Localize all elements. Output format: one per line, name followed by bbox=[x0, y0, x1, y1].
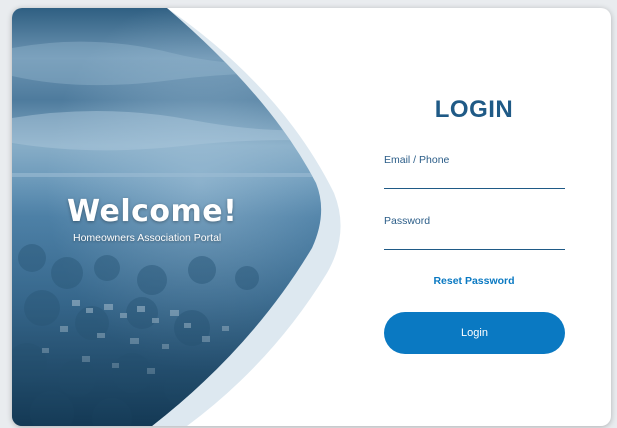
email-phone-input[interactable] bbox=[384, 168, 565, 189]
reset-password-link[interactable]: Reset Password bbox=[384, 275, 564, 287]
login-button[interactable]: Login bbox=[384, 312, 565, 354]
login-card: Welcome! Homeowners Association Portal L… bbox=[12, 8, 611, 426]
email-label: Email / Phone bbox=[384, 154, 450, 166]
password-label: Password bbox=[384, 215, 431, 227]
password-input[interactable] bbox=[384, 229, 565, 250]
portal-subtitle: Homeowners Association Portal bbox=[73, 232, 222, 244]
login-title: LOGIN bbox=[434, 96, 514, 123]
welcome-heading: Welcome! bbox=[67, 194, 238, 229]
